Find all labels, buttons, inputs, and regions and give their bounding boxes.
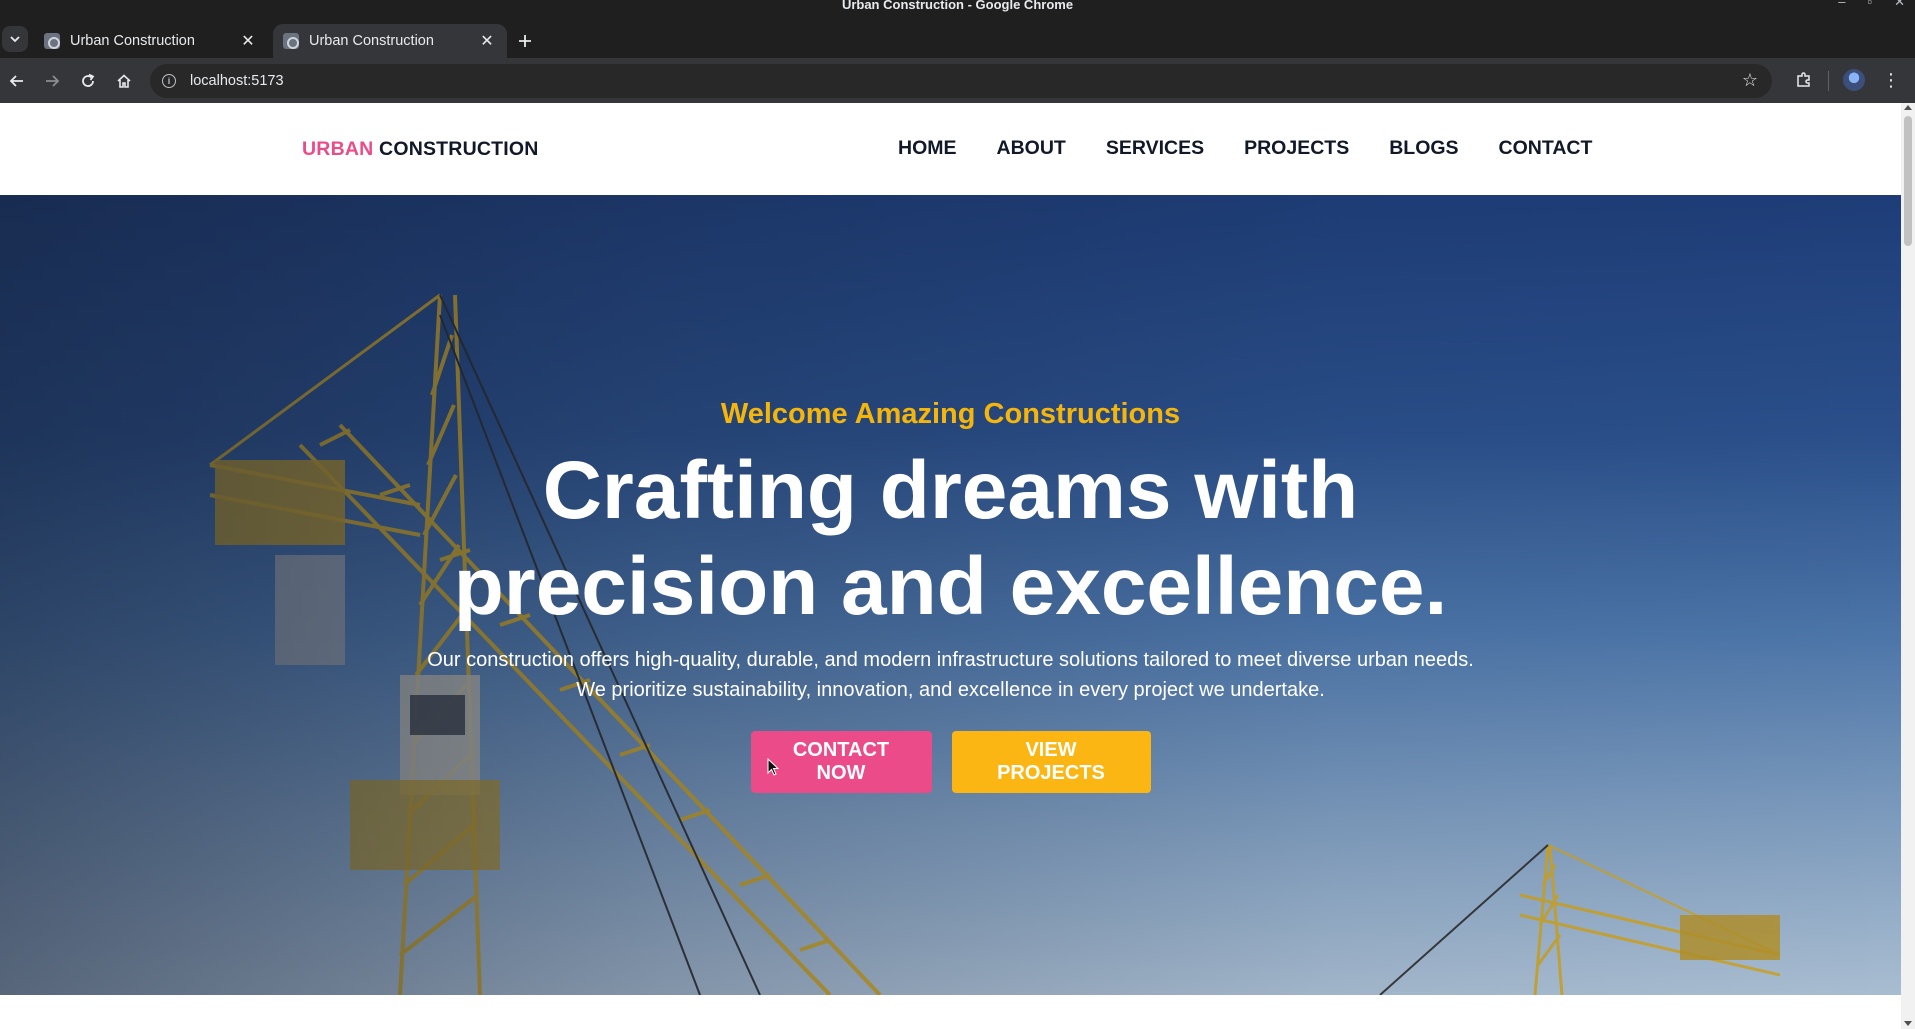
arrow-left-icon xyxy=(9,75,23,87)
main-nav: HOME ABOUT SERVICES PROJECTS BLOGS CONTA… xyxy=(898,137,1592,160)
address-bar[interactable]: i localhost:5173 ☆ xyxy=(150,64,1772,98)
nav-contact[interactable]: CONTACT xyxy=(1499,137,1593,160)
window-controls: – ▫ ✕ xyxy=(1838,0,1905,10)
browser-tab-2[interactable]: Urban Construction ✕ xyxy=(273,24,507,58)
site-logo[interactable]: URBAN CONSTRUCTION xyxy=(302,138,539,161)
mouse-cursor-icon xyxy=(767,758,779,776)
logo-accent: URBAN xyxy=(302,138,374,160)
new-tab-button[interactable] xyxy=(514,30,536,52)
home-button[interactable] xyxy=(111,68,137,94)
star-icon[interactable]: ☆ xyxy=(1742,70,1758,91)
tab-title: Urban Construction xyxy=(309,33,434,49)
description-line-1: Our construction offers high-quality, du… xyxy=(427,649,1474,671)
extensions-button[interactable] xyxy=(1792,68,1816,92)
home-icon xyxy=(117,74,131,88)
headline-line-1: Crafting dreams with xyxy=(542,445,1359,536)
toolbar-separator xyxy=(1828,71,1829,91)
site-header: URBAN CONSTRUCTION HOME ABOUT SERVICES P… xyxy=(0,103,1901,195)
arrow-right-icon xyxy=(46,75,60,87)
logo-text: CONSTRUCTION xyxy=(379,138,539,160)
info-icon: i xyxy=(162,74,176,88)
nav-services[interactable]: SERVICES xyxy=(1106,137,1204,160)
browser-toolbar: i localhost:5173 ☆ ⋮ xyxy=(0,58,1915,103)
url-text[interactable]: localhost:5173 xyxy=(190,73,284,89)
page-scrollbar[interactable] xyxy=(1901,103,1915,1029)
tab-close-icon[interactable]: ✕ xyxy=(238,31,258,51)
window-titlebar: Urban Construction - Google Chrome – ▫ ✕ xyxy=(0,0,1915,18)
site-info-button[interactable]: i xyxy=(152,64,186,98)
plus-icon xyxy=(519,35,531,47)
hero-headline: Crafting dreams with precision and excel… xyxy=(0,443,1901,635)
hero-cta-group: CONTACT NOW VIEW PROJECTS xyxy=(0,731,1901,793)
nav-blogs[interactable]: BLOGS xyxy=(1389,137,1458,160)
minimize-icon[interactable]: – xyxy=(1838,0,1845,10)
headline-line-2: precision and excellence. xyxy=(453,541,1448,632)
favicon-icon xyxy=(283,33,299,49)
browser-tab-1[interactable]: Urban Construction ✕ xyxy=(34,24,268,58)
kebab-menu-icon[interactable]: ⋮ xyxy=(1881,68,1901,92)
puzzle-icon xyxy=(1797,72,1810,87)
profile-avatar[interactable] xyxy=(1843,69,1865,91)
close-window-icon[interactable]: ✕ xyxy=(1894,0,1905,10)
tab-title: Urban Construction xyxy=(70,33,195,49)
nav-projects[interactable]: PROJECTS xyxy=(1244,137,1349,160)
hero-description: Our construction offers high-quality, du… xyxy=(0,645,1901,705)
reload-button[interactable] xyxy=(75,68,101,94)
tab-close-icon[interactable]: ✕ xyxy=(477,31,497,51)
page-viewport: URBAN CONSTRUCTION HOME ABOUT SERVICES P… xyxy=(0,103,1901,1029)
favicon-icon xyxy=(44,33,60,49)
view-projects-button[interactable]: VIEW PROJECTS xyxy=(951,731,1151,793)
tab-strip: Urban Construction ✕ Urban Construction … xyxy=(0,18,1915,58)
tab-search-button[interactable] xyxy=(2,26,28,52)
window-title: Urban Construction - Google Chrome xyxy=(841,0,1074,12)
description-line-2: We prioritize sustainability, innovation… xyxy=(576,679,1325,701)
scroll-up-icon[interactable] xyxy=(1904,105,1912,110)
scrollbar-thumb[interactable] xyxy=(1904,116,1912,246)
hero-eyebrow: Welcome Amazing Constructions xyxy=(720,398,1181,430)
back-button[interactable] xyxy=(4,68,30,94)
forward-button[interactable] xyxy=(39,68,65,94)
nav-home[interactable]: HOME xyxy=(898,137,957,160)
scroll-down-icon[interactable] xyxy=(1904,1021,1912,1026)
chevron-down-icon xyxy=(10,36,20,43)
nav-about[interactable]: ABOUT xyxy=(997,137,1066,160)
reload-icon xyxy=(82,73,95,87)
hero-section: Welcome Amazing Constructions Crafting d… xyxy=(0,195,1901,995)
maximize-icon[interactable]: ▫ xyxy=(1867,0,1872,10)
